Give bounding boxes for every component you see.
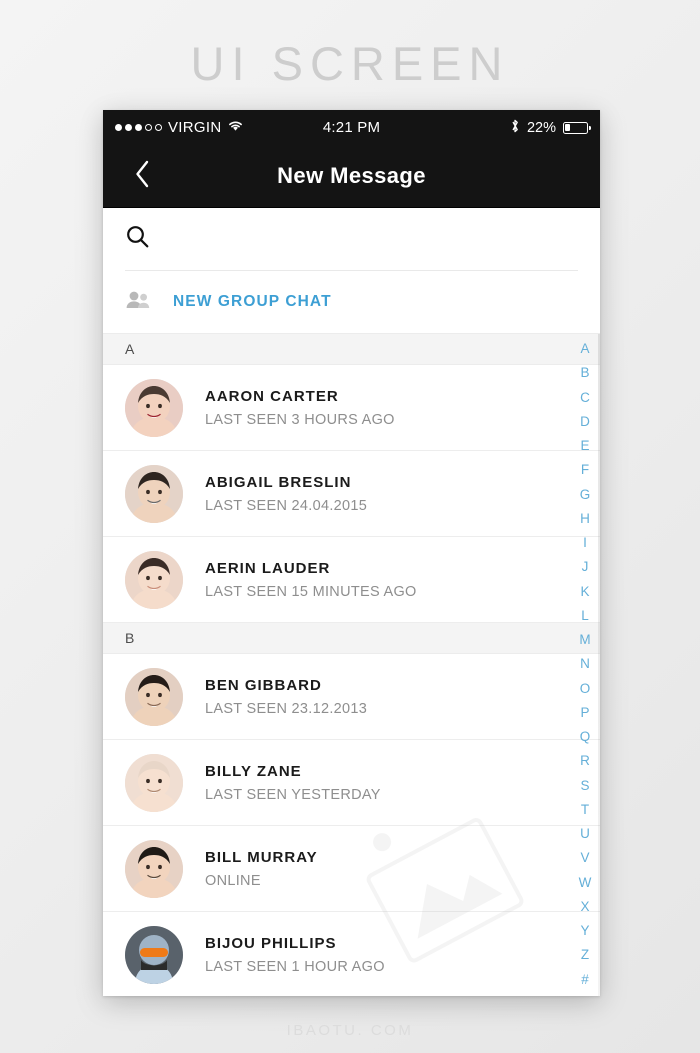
contact-name: BEN GIBBARD xyxy=(205,676,322,694)
index-letter-y[interactable]: Y xyxy=(580,924,589,938)
search-input[interactable] xyxy=(164,230,578,248)
avatar xyxy=(125,550,183,609)
contact-text: BIJOU PHILLIPS LAST SEEN 1 HOUR AGO xyxy=(205,935,385,975)
index-letter-o[interactable]: O xyxy=(580,681,591,696)
search-row[interactable] xyxy=(103,208,600,270)
avatar xyxy=(125,753,183,812)
signal-dot xyxy=(135,124,142,131)
navigation-bar: New Message xyxy=(103,145,600,208)
index-letter-f[interactable]: F xyxy=(581,463,589,477)
contact-status: LAST SEEN YESTERDAY xyxy=(205,786,381,803)
contact-status: LAST SEEN 15 MINUTES AGO xyxy=(205,583,417,600)
contact-text: ABIGAIL BRESLIN LAST SEEN 24.04.2015 xyxy=(205,474,367,514)
new-group-chat-label: NEW GROUP CHAT xyxy=(173,293,332,310)
watermark-title: UI SCREEN xyxy=(190,37,510,90)
section-header: B xyxy=(103,623,600,654)
contact-name: BIJOU PHILLIPS xyxy=(205,934,337,952)
clock-label: 4:21 PM xyxy=(322,119,381,136)
signal-dot xyxy=(125,124,132,131)
signal-dot xyxy=(115,124,122,131)
contact-text: AARON CARTER LAST SEEN 3 HOURS AGO xyxy=(205,388,395,428)
index-letter-x[interactable]: X xyxy=(580,900,589,914)
group-people-icon xyxy=(125,290,151,315)
bluetooth-icon xyxy=(510,118,520,138)
contact-name: BILL MURRAY xyxy=(205,848,318,866)
status-bar-right: 22% xyxy=(380,118,592,138)
watermark-footer: IBAOTU. COM xyxy=(286,1022,414,1039)
contact-name: AERIN LAUDER xyxy=(205,559,331,577)
status-bar-left: VIRGIN xyxy=(115,119,323,136)
index-letter-hash[interactable]: # xyxy=(581,972,589,987)
contact-row[interactable]: BILLY ZANE LAST SEEN YESTERDAY xyxy=(103,740,600,826)
contact-text: AERIN LAUDER LAST SEEN 15 MINUTES AGO xyxy=(205,560,417,600)
contact-status: LAST SEEN 24.04.2015 xyxy=(205,497,368,514)
scroll-indicator[interactable] xyxy=(598,334,600,996)
contact-row[interactable]: AERIN LAUDER LAST SEEN 15 MINUTES AGO xyxy=(103,537,600,623)
contact-row[interactable]: BIJOU PHILLIPS LAST SEEN 1 HOUR AGO xyxy=(103,912,600,996)
contact-status: ONLINE xyxy=(205,872,261,889)
index-letter-j[interactable]: J xyxy=(582,560,589,574)
wifi-icon xyxy=(227,119,244,136)
contact-text: BILL MURRAY ONLINE xyxy=(205,849,318,889)
battery-percent-label: 22% xyxy=(526,119,557,136)
contact-sections: A AARON CARTER LAST SEEN 3 HOURS AGO ABIG… xyxy=(103,334,600,996)
index-letter-r[interactable]: R xyxy=(580,754,590,768)
index-letter-i[interactable]: I xyxy=(583,536,587,550)
index-letter-q[interactable]: Q xyxy=(580,730,591,744)
carrier-label: VIRGIN xyxy=(168,119,222,136)
section-header: A xyxy=(103,334,600,365)
contact-name: ABIGAIL BRESLIN xyxy=(205,473,352,491)
back-button[interactable] xyxy=(125,159,159,193)
chevron-left-icon xyxy=(134,160,151,193)
index-letter-z[interactable]: Z xyxy=(581,948,589,962)
contact-status: LAST SEEN 3 HOURS AGO xyxy=(205,411,395,428)
index-letter-v[interactable]: V xyxy=(580,851,589,865)
avatar xyxy=(125,378,183,437)
battery-icon xyxy=(563,121,592,134)
contact-text: BILLY ZANE LAST SEEN YESTERDAY xyxy=(205,763,381,803)
status-bar-center: 4:21 PM xyxy=(323,119,380,136)
avatar xyxy=(125,839,183,898)
index-letter-k[interactable]: K xyxy=(580,584,589,599)
contact-status: LAST SEEN 23.12.2013 xyxy=(205,700,368,717)
contact-row[interactable]: ABIGAIL BRESLIN LAST SEEN 24.04.2015 xyxy=(103,451,600,537)
index-letter-l[interactable]: L xyxy=(581,609,589,623)
index-letter-m[interactable]: M xyxy=(579,633,590,647)
contact-list[interactable]: A AARON CARTER LAST SEEN 3 HOURS AGO ABIG… xyxy=(103,333,600,996)
index-letter-g[interactable]: G xyxy=(580,487,591,502)
signal-dot xyxy=(145,124,152,131)
page-title: New Message xyxy=(277,163,426,188)
search-icon xyxy=(125,224,150,254)
avatar xyxy=(125,464,183,523)
signal-strength-icon xyxy=(115,124,162,131)
new-group-chat-button[interactable]: NEW GROUP CHAT xyxy=(103,271,600,333)
contact-row[interactable]: AARON CARTER LAST SEEN 3 HOURS AGO xyxy=(103,365,600,451)
avatar xyxy=(125,667,183,726)
index-letter-h[interactable]: H xyxy=(580,512,590,526)
contact-status: LAST SEEN 1 HOUR AGO xyxy=(205,958,385,975)
index-letter-w[interactable]: W xyxy=(579,875,592,890)
index-letter-u[interactable]: U xyxy=(580,827,590,841)
index-letter-b[interactable]: B xyxy=(580,366,589,380)
alphabet-index[interactable]: A B C D E F G H I J K L M N O P Q R S T U V W X Y Z # xyxy=(575,334,595,996)
index-letter-c[interactable]: C xyxy=(580,390,590,405)
contact-text: BEN GIBBARD LAST SEEN 23.12.2013 xyxy=(205,677,367,717)
signal-dot xyxy=(155,124,162,131)
index-letter-t[interactable]: T xyxy=(581,803,589,817)
index-letter-a[interactable]: A xyxy=(580,342,589,356)
contact-name: BILLY ZANE xyxy=(205,762,302,780)
index-letter-d[interactable]: D xyxy=(580,415,590,429)
index-letter-n[interactable]: N xyxy=(580,657,590,671)
status-bar: VIRGIN 4:21 PM 22% xyxy=(103,110,600,145)
phone-frame: VIRGIN 4:21 PM 22% New Message NEW GROUP… xyxy=(103,110,600,996)
avatar xyxy=(125,925,183,984)
contact-name: AARON CARTER xyxy=(205,387,339,405)
contact-row[interactable]: BILL MURRAY ONLINE xyxy=(103,826,600,912)
index-letter-e[interactable]: E xyxy=(580,439,589,453)
contact-row[interactable]: BEN GIBBARD LAST SEEN 23.12.2013 xyxy=(103,654,600,740)
index-letter-p[interactable]: P xyxy=(580,706,589,720)
index-letter-s[interactable]: S xyxy=(580,778,589,793)
